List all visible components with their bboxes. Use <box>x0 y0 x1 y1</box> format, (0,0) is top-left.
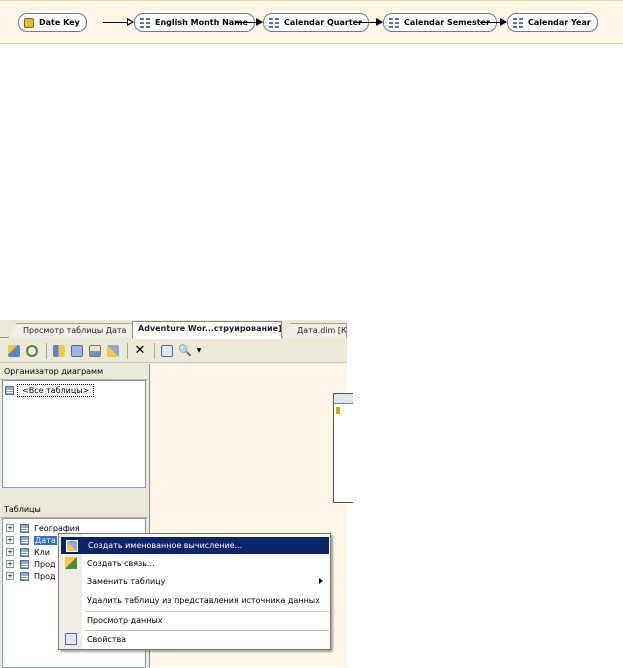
attribute-relationships-panel: Date Key English Month Name Calendar Qua… <box>0 0 623 44</box>
relationship-node-date-key[interactable]: Date Key <box>18 13 87 32</box>
table-shape[interactable] <box>333 393 353 503</box>
zoom-button[interactable]: 🔍 <box>177 343 193 359</box>
menu-item-properties[interactable]: Свойства <box>61 631 329 648</box>
diagram-icon <box>5 386 14 395</box>
tab-adventure-works-design[interactable]: Adventure Wor...струирование] <box>132 321 282 339</box>
attribute-icon <box>269 17 279 28</box>
zoom-icon: 🔍 <box>178 344 192 357</box>
node-label: Calendar Year <box>528 18 591 27</box>
menu-item-new-named-calculation[interactable]: Создать именованное вычисление... <box>61 537 329 554</box>
document-tab-bar: Просмотр таблицы Дата Adventure Wor...ст… <box>0 320 347 339</box>
relationship-arrow <box>103 18 134 26</box>
delete-icon: ✕ <box>134 343 146 358</box>
expand-icon[interactable]: + <box>6 524 14 532</box>
refresh-icon <box>26 344 38 357</box>
tab-label: Просмотр таблицы Дата <box>23 326 127 335</box>
expand-icon[interactable]: + <box>6 548 14 556</box>
diagram-button[interactable] <box>87 343 103 359</box>
properties-icon <box>65 633 77 645</box>
attribute-icon <box>389 17 399 28</box>
menu-item-delete-table[interactable]: Удалить таблицу из представления источни… <box>61 592 329 609</box>
menu-item-label: Удалить таблицу из представления источни… <box>87 596 320 605</box>
designer-toolbar: ✕ 🔍 ▼ <box>0 339 347 363</box>
toolbar-separator <box>127 342 128 359</box>
table-icon <box>20 523 29 533</box>
diagram-icon <box>89 344 101 357</box>
attribute-icon <box>140 17 150 28</box>
relationship-node-calendar-quarter[interactable]: Calendar Quarter <box>263 13 370 32</box>
new-relationship-button[interactable] <box>51 343 67 359</box>
relationship-arrow <box>480 18 507 26</box>
menu-item-label: Просмотр данных <box>87 616 163 625</box>
add-named-calc-icon <box>107 344 119 357</box>
named-query-icon <box>71 344 83 357</box>
node-label: Date Key <box>39 18 80 27</box>
tab-label: Adventure Wor...струирование] <box>138 324 282 333</box>
tree-item-product-2[interactable]: + Прод <box>6 570 56 582</box>
tab-table-view-date[interactable]: Просмотр таблицы Дата <box>8 323 136 338</box>
primary-key-icon <box>336 407 340 414</box>
diagram-item-all-tables[interactable]: <Все таблицы> <box>5 383 95 398</box>
menu-item-explore-data[interactable]: Просмотр данных <box>61 612 329 629</box>
menu-item-label: Свойства <box>87 635 127 644</box>
named-query-button[interactable] <box>69 343 85 359</box>
add-table-icon <box>8 344 20 357</box>
tree-item-date[interactable]: + Дата <box>6 534 57 546</box>
table-icon <box>20 535 29 545</box>
submenu-arrow-icon <box>319 578 323 584</box>
menu-item-label: Создать связь... <box>87 559 155 568</box>
relationship-node-calendar-year[interactable]: Calendar Year <box>507 13 598 32</box>
new-relationship-icon <box>53 344 65 357</box>
node-label: Calendar Semester <box>404 18 490 27</box>
table-shape-header <box>334 394 353 404</box>
node-label: English Month Name <box>155 18 248 27</box>
zoom-fit-icon <box>161 344 173 357</box>
diagram-organizer-list[interactable]: <Все таблицы> <box>2 380 146 488</box>
diagram-item-label: <Все таблицы> <box>17 384 95 397</box>
tree-item-label: Прод <box>34 571 56 581</box>
expand-icon[interactable]: + <box>6 536 14 544</box>
menu-item-label: Заменить таблицу <box>87 577 166 586</box>
tree-item-product[interactable]: + Прод <box>6 558 56 570</box>
refresh-button[interactable] <box>24 343 40 359</box>
expand-icon[interactable]: + <box>6 572 14 580</box>
tab-date-dim[interactable]: Дата.dim [Ко <box>282 323 347 338</box>
pane-splitter[interactable] <box>0 488 148 502</box>
tree-item-customer[interactable]: + Кли <box>6 546 50 558</box>
delete-button[interactable]: ✕ <box>132 343 148 359</box>
new-relationship-icon <box>65 557 77 569</box>
attribute-icon <box>513 17 523 28</box>
tables-header: Таблицы <box>0 502 148 518</box>
zoom-dropdown-button[interactable]: ▼ <box>195 343 203 359</box>
menu-item-label: Создать именованное вычисление... <box>88 541 243 550</box>
relationship-arrow <box>236 18 263 26</box>
menu-item-replace-table[interactable]: Заменить таблицу <box>61 573 329 590</box>
tree-item-label: Дата <box>34 535 57 545</box>
dropdown-arrow-icon: ▼ <box>196 347 202 354</box>
table-icon <box>20 571 29 581</box>
table-icon <box>20 559 29 569</box>
tab-label: Дата.dim [Ко <box>297 326 347 335</box>
tree-item-label: География <box>34 523 80 533</box>
toolbar-separator <box>154 342 155 359</box>
table-icon <box>20 547 29 557</box>
toolbar-separator <box>46 342 47 359</box>
tree-item-label: Кли <box>34 547 50 557</box>
context-menu: Создать именованное вычисление... Создат… <box>58 533 331 650</box>
key-attribute-icon <box>24 17 34 28</box>
add-named-calc-button[interactable] <box>105 343 121 359</box>
zoom-fit-button[interactable] <box>159 343 175 359</box>
named-calculation-icon <box>66 540 78 552</box>
relationship-arrow <box>356 18 383 26</box>
add-table-button[interactable] <box>6 343 22 359</box>
expand-icon[interactable]: + <box>6 560 14 568</box>
menu-item-new-relationship[interactable]: Создать связь... <box>61 555 329 572</box>
diagram-organizer-header: Организатор диаграмм <box>0 364 148 380</box>
node-label: Calendar Quarter <box>284 18 363 27</box>
tree-item-label: Прод <box>34 559 56 569</box>
